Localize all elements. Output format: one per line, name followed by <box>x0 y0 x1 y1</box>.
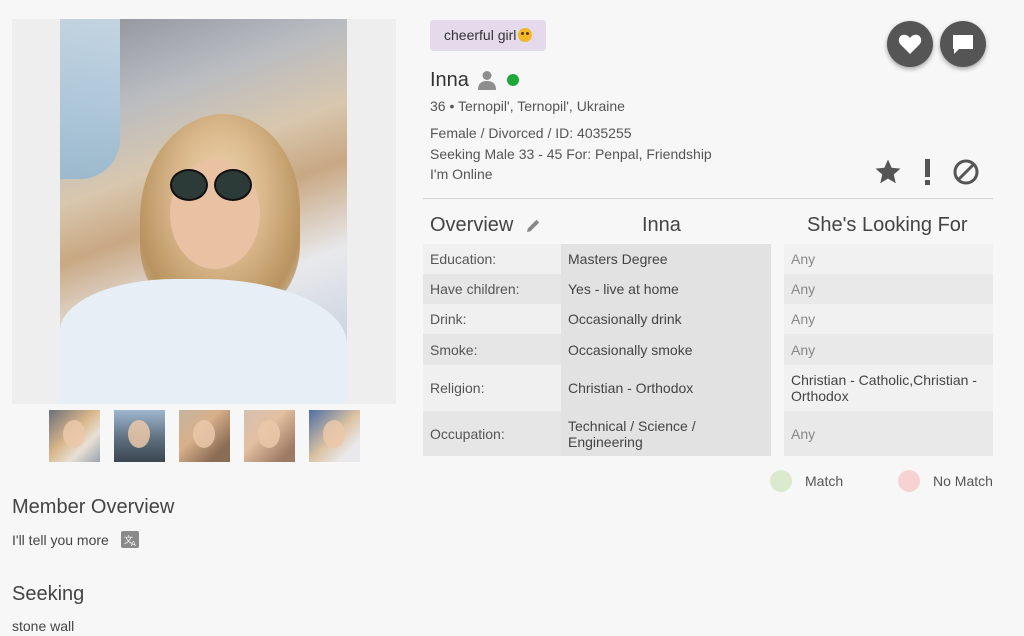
header-divider <box>423 198 993 199</box>
member-location: 36 • Ternopil', Ternopil', Ukraine <box>430 98 625 114</box>
row-wants: Christian - Catholic,Christian - Orthodo… <box>784 365 993 411</box>
row-wants: Any <box>784 274 993 304</box>
block-icon[interactable] <box>951 157 981 187</box>
photo-thumbnail[interactable] <box>49 410 100 462</box>
table-row: Education: Masters Degree Any <box>423 244 993 274</box>
svg-text:A: A <box>131 540 136 548</box>
person-icon <box>478 71 496 90</box>
row-label: Smoke: <box>423 334 561 365</box>
member-overview-text: I'll tell you more <box>12 532 109 548</box>
row-value: Technical / Science / Engineering <box>561 411 771 456</box>
favorite-heart-button[interactable] <box>887 21 933 67</box>
no-match-dot <box>898 470 920 492</box>
row-label: Occupation: <box>423 411 561 456</box>
row-label: Religion: <box>423 365 561 411</box>
chat-icon <box>953 35 973 54</box>
table-row: Smoke: Occasionally smoke Any <box>423 334 993 365</box>
photo-glasses-detail <box>168 169 254 203</box>
member-seeking-line: Seeking Male 33 - 45 For: Penpal, Friend… <box>430 146 712 162</box>
photo-shirt-detail <box>60 279 347 404</box>
smiling-face-icon <box>518 28 533 42</box>
pencil-icon[interactable] <box>526 218 541 233</box>
status-chip: cheerful girl <box>430 20 547 51</box>
member-name: Inna <box>430 69 469 91</box>
table-row: Occupation: Technical / Science / Engine… <box>423 411 993 456</box>
member-online-text: I'm Online <box>430 166 493 182</box>
chat-button[interactable] <box>940 21 986 67</box>
row-value: Yes - live at home <box>561 274 771 304</box>
row-wants: Any <box>784 411 993 456</box>
row-wants: Any <box>784 244 993 274</box>
row-label: Education: <box>423 244 561 274</box>
main-photo[interactable] <box>12 19 396 404</box>
looking-for-header: She's Looking For <box>807 214 968 236</box>
status-text: cheerful girl <box>444 27 517 43</box>
legend-no-match: No Match <box>898 470 993 492</box>
table-row: Religion: Christian - Orthodox Christian… <box>423 365 993 411</box>
row-label: Drink: <box>423 304 561 334</box>
member-column-header: Inna <box>642 214 681 236</box>
exclamation-icon[interactable] <box>917 157 939 187</box>
match-dot <box>770 470 792 492</box>
member-details: Female / Divorced / ID: 4035255 <box>430 125 632 141</box>
table-row: Drink: Occasionally drink Any <box>423 304 993 334</box>
row-value: Masters Degree <box>561 244 771 274</box>
row-value: Occasionally drink <box>561 304 771 334</box>
seeking-title: Seeking <box>12 583 85 605</box>
star-icon[interactable] <box>873 157 903 187</box>
row-wants: Any <box>784 334 993 365</box>
row-wants: Any <box>784 304 993 334</box>
main-photo-image[interactable] <box>60 19 347 404</box>
row-value: Occasionally smoke <box>561 334 771 365</box>
legend-no-match-label: No Match <box>933 473 993 489</box>
photo-thumbnail[interactable] <box>179 410 230 462</box>
legend-match: Match <box>770 470 843 492</box>
translate-icon[interactable]: 文A <box>121 531 139 548</box>
member-overview-title: Member Overview <box>12 496 175 518</box>
table-row: Have children: Yes - live at home Any <box>423 274 993 304</box>
seeking-text: stone wall <box>12 618 75 634</box>
heart-icon <box>898 34 922 54</box>
photo-thumbnail[interactable] <box>244 410 295 462</box>
photo-window-detail <box>60 19 120 179</box>
row-value: Christian - Orthodox <box>561 365 771 411</box>
photo-thumbnail[interactable] <box>309 410 360 462</box>
row-label: Have children: <box>423 274 561 304</box>
online-status-dot <box>507 74 519 86</box>
overview-header: Overview <box>430 214 514 236</box>
photo-thumbnail[interactable] <box>114 410 165 462</box>
legend-match-label: Match <box>805 473 844 489</box>
